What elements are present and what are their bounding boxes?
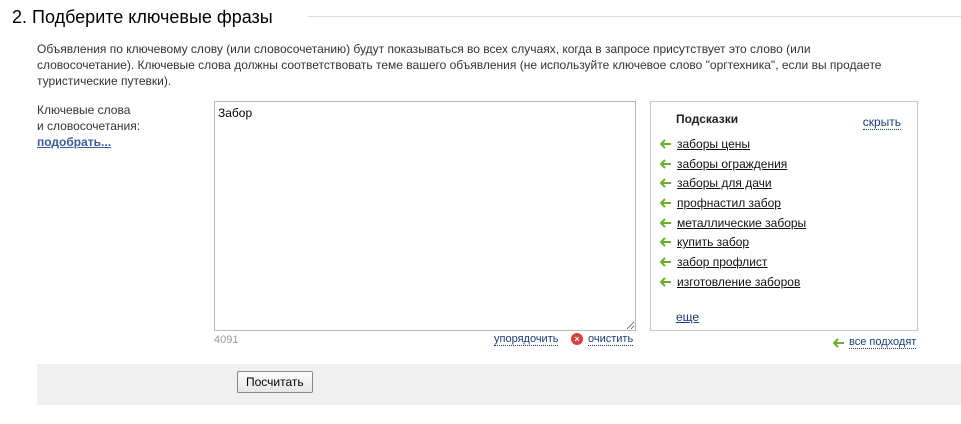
clear-link[interactable]: очистить: [588, 333, 634, 346]
char-count: 4091: [214, 334, 239, 346]
more-hints-link[interactable]: еще: [676, 310, 699, 324]
arrow-left-icon[interactable]: [660, 217, 672, 228]
arrow-left-icon[interactable]: [660, 257, 672, 267]
hints-title: Подсказки: [676, 112, 739, 126]
arrow-left-icon[interactable]: [833, 337, 845, 348]
arrow-left-icon[interactable]: [660, 139, 672, 149]
hint-link[interactable]: заборы ограждения: [677, 157, 787, 171]
hint-link[interactable]: металлические заборы: [677, 216, 806, 230]
hint-item: металлические заборы: [660, 213, 806, 233]
hide-hints-link[interactable]: скрыть: [862, 115, 901, 130]
keywords-label: Ключевые слова и словосочетания: подобра…: [37, 102, 140, 150]
section-title: 2. Подберите ключевые фразы: [12, 7, 287, 28]
title-divider: [308, 16, 961, 17]
hint-item: забор профлист: [660, 252, 806, 272]
hint-item: купить забор: [660, 232, 806, 252]
hint-link[interactable]: профнастил забор: [677, 196, 781, 210]
hint-item: заборы для дачи: [660, 173, 806, 193]
keywords-textarea[interactable]: Забор: [214, 101, 636, 331]
clear-x-icon[interactable]: ×: [571, 333, 583, 345]
arrow-left-icon[interactable]: [660, 158, 672, 169]
hint-item: заборы ограждения: [660, 154, 806, 174]
sort-link[interactable]: упорядочить: [494, 333, 559, 346]
arrow-left-icon[interactable]: [660, 178, 672, 188]
hint-item: заборы цены: [660, 134, 806, 154]
hint-link[interactable]: заборы цены: [677, 137, 750, 151]
hint-item: изготовление заборов: [660, 272, 806, 292]
hint-item: профнастил забор: [660, 193, 806, 213]
footer-bar: Посчитать: [37, 364, 961, 405]
keywords-label-line2: и словосочетания:: [37, 119, 141, 133]
hint-link[interactable]: заборы для дачи: [677, 176, 772, 190]
hint-link[interactable]: забор профлист: [677, 255, 767, 269]
hint-link[interactable]: купить забор: [677, 235, 749, 249]
pick-keywords-link[interactable]: подобрать...: [37, 134, 111, 150]
arrow-left-icon[interactable]: [660, 198, 672, 208]
hint-link[interactable]: изготовление заборов: [677, 275, 800, 289]
section-description: Объявления по ключевому слову (или слово…: [37, 42, 882, 88]
hints-panel: Подсказки скрыть заборы цены заборы огра…: [650, 101, 918, 331]
arrow-left-icon[interactable]: [660, 237, 672, 247]
all-fit-link[interactable]: все подходят: [849, 336, 917, 349]
all-fit-control[interactable]: все подходят: [833, 336, 917, 349]
keywords-label-line1: Ключевые слова: [37, 103, 131, 117]
calculate-button[interactable]: Посчитать: [237, 371, 313, 393]
arrow-left-icon[interactable]: [660, 276, 672, 287]
hint-list: заборы цены заборы ограждения заборы для…: [660, 134, 806, 292]
